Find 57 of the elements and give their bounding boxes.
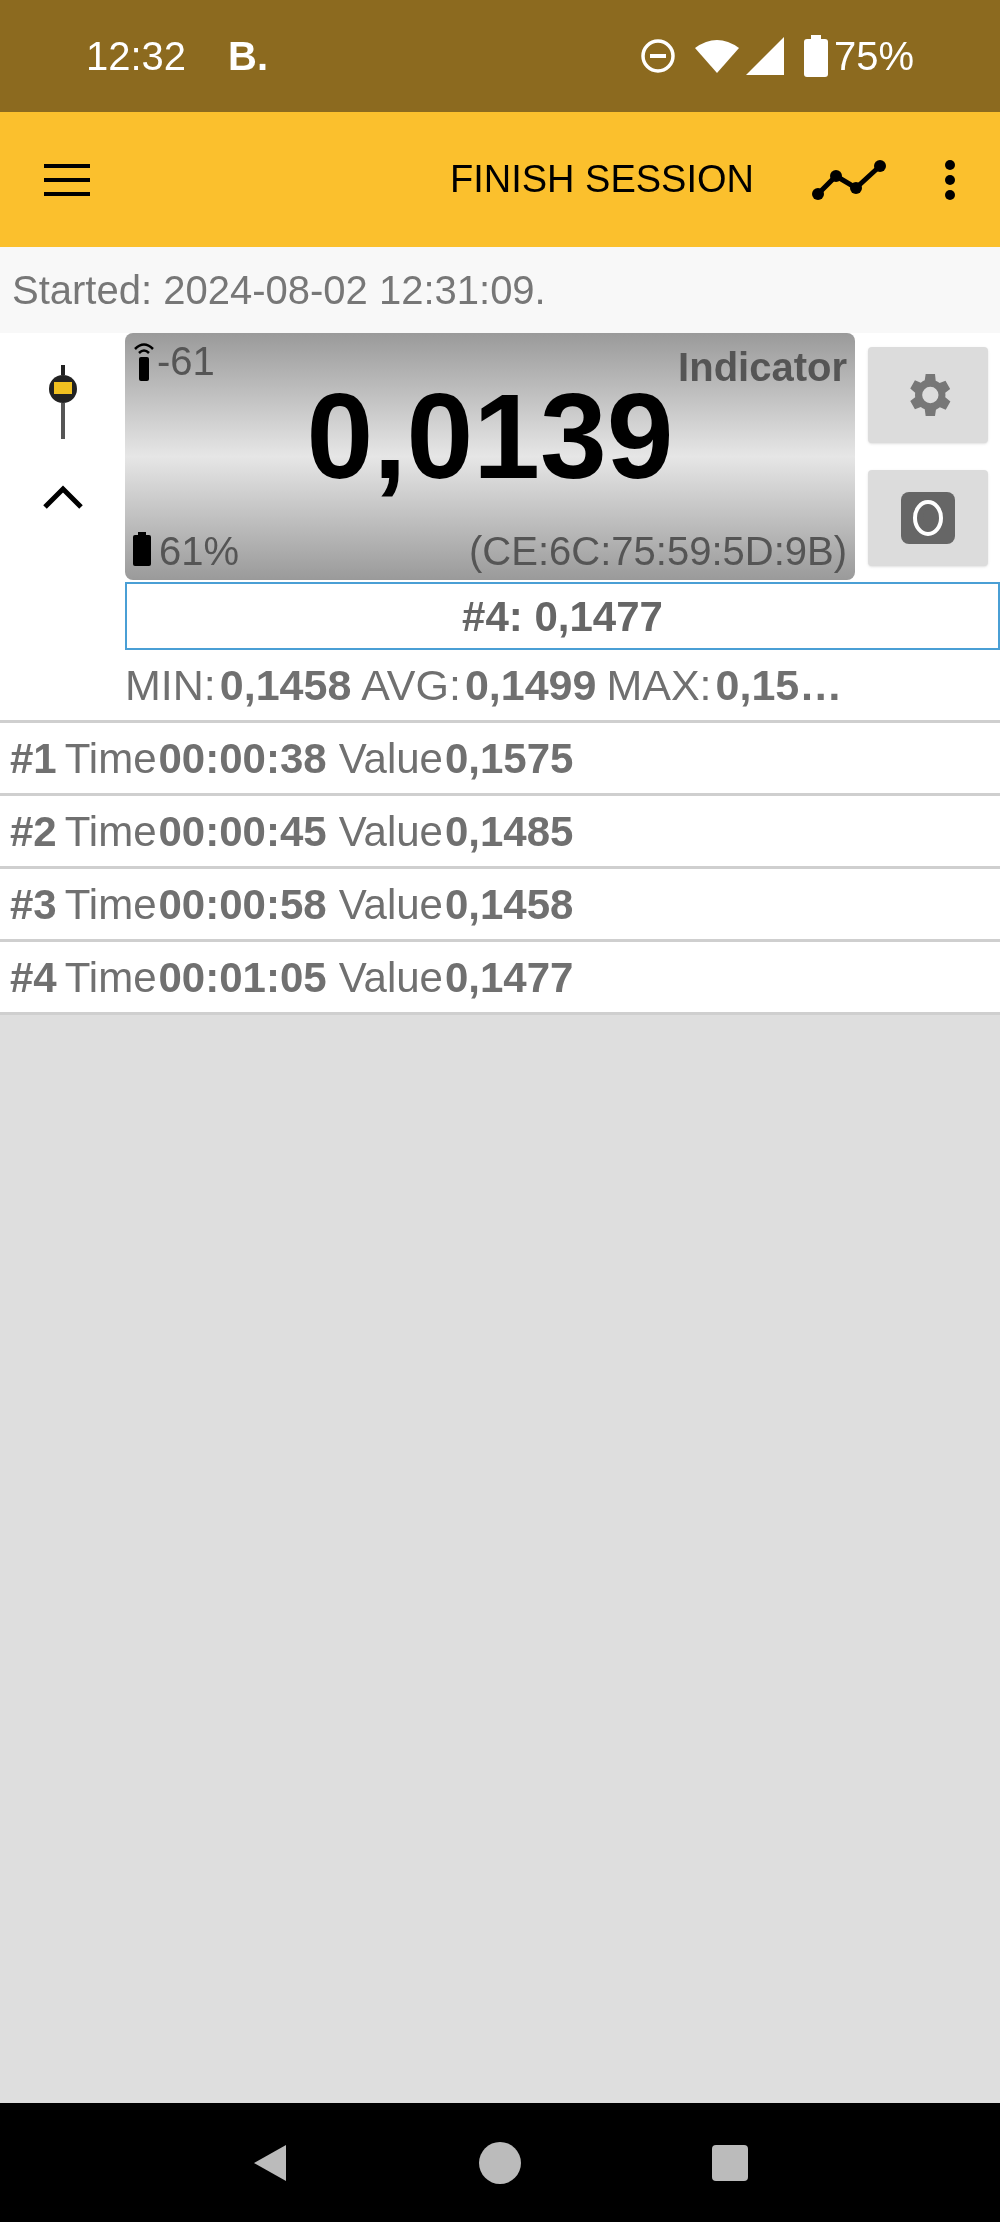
more-options-icon[interactable]	[944, 159, 956, 200]
battery-percent: 75%	[833, 33, 914, 80]
stat-label: MIN:	[125, 659, 216, 711]
wifi-icon	[693, 38, 740, 74]
menu-icon[interactable]	[44, 163, 90, 196]
measurement-value: 0,1485	[444, 806, 574, 857]
clock: 12:32	[86, 33, 187, 80]
measurement-time: 00:00:45	[158, 806, 327, 857]
measurement-value: 0,1458	[444, 879, 574, 930]
dial-indicator-icon	[47, 365, 78, 441]
notification-text: B.	[228, 33, 269, 80]
signal-icon	[745, 37, 784, 75]
time-label: Time	[64, 806, 157, 857]
recents-icon[interactable]	[712, 2144, 748, 2181]
time-label: Time	[64, 733, 157, 784]
measurement-index: #4	[10, 952, 57, 1003]
zero-icon	[901, 492, 955, 544]
finish-session-button[interactable]: FINISH SESSION	[449, 151, 754, 208]
settings-button[interactable]	[868, 347, 988, 443]
measurement-row[interactable]: #1 Time00:00:38 Value0,1575	[0, 723, 1000, 796]
stat-value: 0,15…	[715, 659, 843, 711]
value-label: Value	[338, 806, 443, 857]
measurement-row[interactable]: #4 Time00:01:05 Value0,1477	[0, 942, 1000, 1015]
battery-icon	[133, 532, 151, 566]
measurement-time: 00:01:05	[158, 952, 327, 1003]
chart-line-icon[interactable]	[812, 159, 886, 200]
do-not-disturb-icon	[639, 38, 676, 74]
measurement-index: #3	[10, 879, 57, 930]
stat-value: 0,1458	[219, 659, 352, 711]
back-icon[interactable]	[252, 2142, 288, 2183]
device-battery: 61%	[159, 528, 240, 575]
measurement-index: #1	[10, 733, 57, 784]
device-name: Indicator	[678, 344, 847, 391]
measurement-row[interactable]: #3 Time00:00:58 Value0,1458	[0, 869, 1000, 942]
stat-value: 0,1499	[464, 659, 597, 711]
time-label: Time	[64, 952, 157, 1003]
signal-strength: -61	[157, 338, 215, 385]
value-label: Value	[338, 733, 443, 784]
measurement-time: 00:00:38	[158, 733, 327, 784]
measurement-value: 0,1477	[444, 952, 574, 1003]
measurement-value: 0,1575	[444, 733, 574, 784]
value-label: Value	[338, 952, 443, 1003]
last-measurement: #4: 0,1477	[125, 582, 1000, 650]
battery-icon	[803, 35, 828, 77]
measurement-index: #2	[10, 806, 57, 857]
measurement-time: 00:00:58	[158, 879, 327, 930]
home-icon[interactable]	[478, 2140, 522, 2185]
measurement-row[interactable]: #2 Time00:00:45 Value0,1485	[0, 796, 1000, 869]
value-label: Value	[338, 879, 443, 930]
time-label: Time	[64, 879, 157, 930]
remote-signal-icon	[133, 341, 155, 381]
session-start-text: Started: 2024-08-02 12:31:09.	[12, 267, 546, 314]
stat-label: AVG:	[361, 659, 461, 711]
current-reading: 0,0139	[305, 371, 675, 501]
device-address: (CE:6C:75:59:5D:9B)	[469, 528, 847, 575]
stat-label: MAX:	[606, 659, 712, 711]
zero-button[interactable]	[868, 470, 988, 566]
